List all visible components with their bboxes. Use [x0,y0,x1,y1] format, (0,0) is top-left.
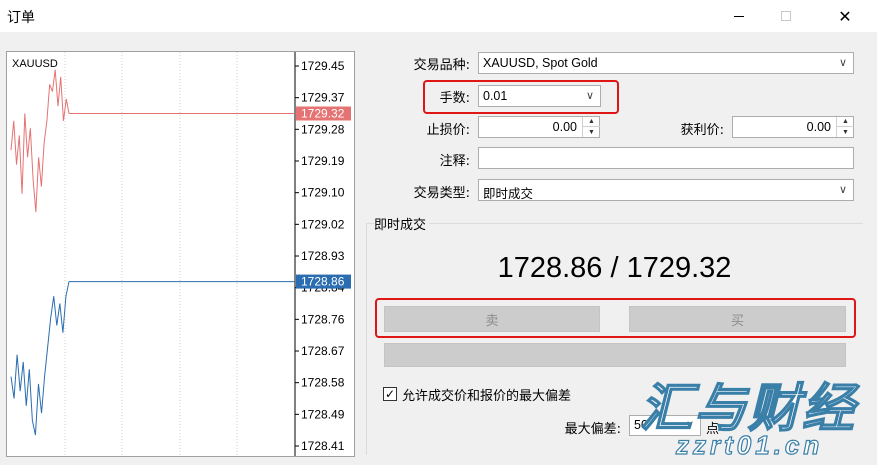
ask-price-label: 1729.32 [301,107,345,121]
price-tick-label: 1728.49 [301,407,345,421]
price-tick-label: 1729.10 [301,186,345,200]
chevron-down-icon: ∨ [838,57,847,69]
close-button[interactable]: ✕ [822,0,868,32]
order-button-bar[interactable] [384,343,846,367]
minimize-icon [734,15,744,17]
ask-series-line [10,69,70,213]
price-tick-label: 1728.76 [301,312,345,326]
title-bar: 订单 ✕ [0,0,877,32]
spin-up-icon[interactable]: ▲ [837,117,854,127]
chart-symbol: XAUUSD [12,58,58,70]
watermark-url: zzrt01.cn [675,429,824,460]
max-deviation-label: 最大偏差: [564,422,621,437]
take-profit-input[interactable]: 0.00 ▲ ▼ [732,116,854,138]
tick-chart-canvas: 1729.45 1729.37 1729.28 1729.19 1729.10 1729.… [10,52,351,456]
bid-price-label: 1728.86 [301,275,345,289]
execution-group-title: 即时成交 [374,214,430,233]
buttons-highlight [375,298,856,338]
price-tick-label: 1729.28 [301,122,345,136]
stop-loss-spinner[interactable]: ▲ ▼ [582,117,600,137]
window-title: 订单 [7,10,35,26]
price-tick-label: 1728.67 [301,344,345,358]
deviation-checkbox[interactable]: ✓ [383,387,397,401]
price-tick-label: 1729.02 [301,217,345,231]
take-profit-label: 获利价: [680,123,724,138]
price-tick-label: 1729.37 [301,91,345,105]
close-icon: ✕ [838,6,852,26]
price-tick-label: 1728.93 [301,249,345,263]
price-tick-label: 1729.45 [301,59,345,73]
stop-loss-label: 止损价: [426,123,470,138]
tick-chart: 1729.45 1729.37 1729.28 1729.19 1729.10 1729.… [6,51,355,457]
maximize-button[interactable] [763,0,809,32]
check-icon: ✓ [384,387,396,401]
order-type-label: 交易类型: [413,186,470,201]
price-tick-label: 1729.19 [301,154,345,168]
symbol-label: 交易品种: [413,58,470,73]
volume-highlight [423,80,619,114]
order-type-select[interactable]: 即时成交 ∨ [478,179,854,201]
stop-loss-value: 0.00 [552,120,577,134]
chevron-down-icon: ∨ [838,184,847,196]
spin-down-icon[interactable]: ▼ [837,127,854,137]
symbol-select[interactable]: XAUUSD, Spot Gold ∨ [478,52,854,74]
symbol-value: XAUUSD, Spot Gold [483,56,598,70]
minimize-button[interactable] [716,0,762,32]
price-tick-label: 1728.58 [301,376,345,390]
order-type-value: 即时成交 [483,187,534,201]
comment-label: 注释: [439,154,470,169]
spin-up-icon[interactable]: ▲ [583,117,600,127]
maximize-icon [781,11,791,21]
bid-ask-display: 1728.86 / 1729.32 [497,252,732,284]
spin-down-icon[interactable]: ▼ [583,127,600,137]
price-tick-label: 1728.41 [301,439,345,453]
take-profit-value: 0.00 [806,120,831,134]
take-profit-spinner[interactable]: ▲ ▼ [836,117,854,137]
stop-loss-input[interactable]: 0.00 ▲ ▼ [478,116,600,138]
deviation-checkbox-label: 允许成交价和报价的最大偏差 [402,389,572,404]
comment-input[interactable] [478,147,854,169]
bid-series-line [10,281,70,436]
